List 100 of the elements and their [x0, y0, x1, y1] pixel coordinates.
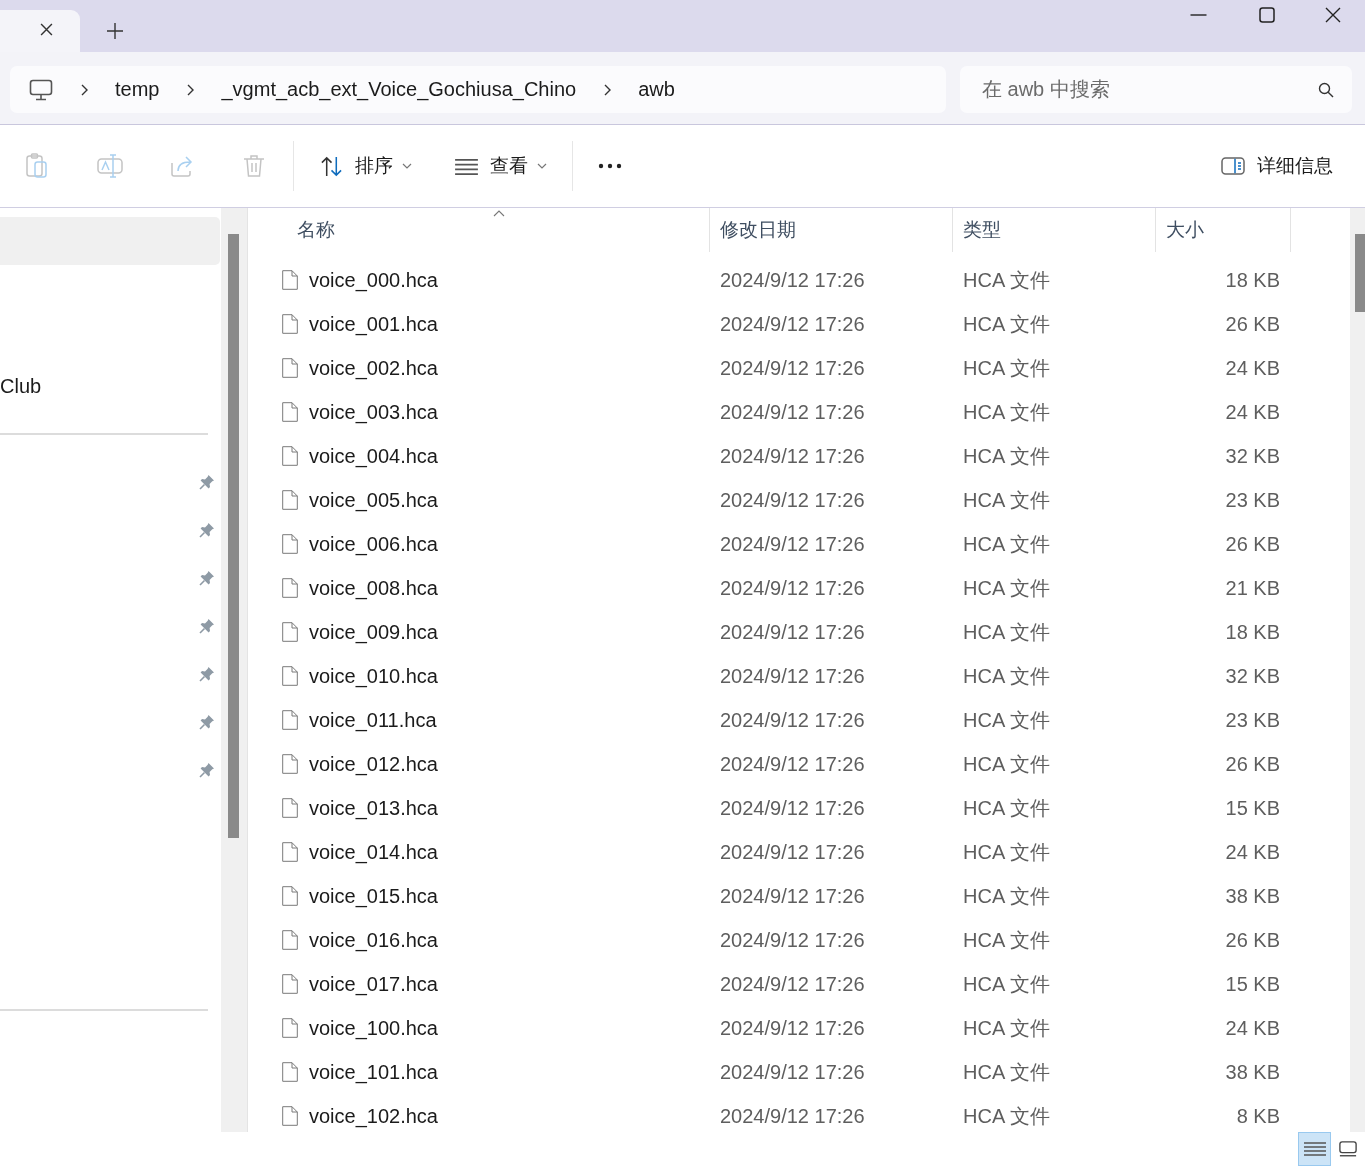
- file-type: HCA 文件: [963, 707, 1050, 733]
- view-toggle-button[interactable]: [1298, 1132, 1331, 1166]
- file-name[interactable]: voice_004.hca: [309, 444, 438, 468]
- modified-date: 2024/9/12 17:26: [720, 444, 865, 468]
- scrollbar-thumb[interactable]: [228, 234, 239, 838]
- file-type: HCA 文件: [963, 1103, 1050, 1129]
- column-header[interactable]: 大小: [1156, 208, 1291, 252]
- modified-date: 2024/9/12 17:26: [720, 972, 865, 996]
- details-view-icon: [1303, 1141, 1326, 1157]
- file-type: HCA 文件: [963, 795, 1050, 821]
- file-icon: [282, 1106, 298, 1126]
- computer-icon[interactable]: [29, 78, 53, 101]
- address-bar[interactable]: temp _vgmt_acb_ext_Voice_Gochiusa_Chino awb: [10, 66, 946, 113]
- file-name[interactable]: voice_012.hca: [309, 752, 438, 776]
- file-name[interactable]: voice_015.hca: [309, 884, 438, 908]
- file-size: 18 KB: [1225, 620, 1280, 644]
- column-header[interactable]: 修改日期: [710, 208, 953, 252]
- close-icon[interactable]: [40, 22, 53, 36]
- breadcrumb[interactable]: temp: [115, 78, 160, 101]
- modified-date: 2024/9/12 17:26: [720, 532, 865, 556]
- file-name[interactable]: voice_013.hca: [309, 796, 438, 820]
- file-name[interactable]: voice_010.hca: [309, 664, 438, 688]
- column-header[interactable]: 类型: [953, 208, 1156, 252]
- tiles-view-icon: [1339, 1140, 1357, 1158]
- file-size: 32 KB: [1225, 664, 1280, 688]
- modified-date: 2024/9/12 17:26: [720, 664, 865, 688]
- file-icon: [282, 666, 298, 686]
- file-size: 15 KB: [1225, 796, 1280, 820]
- file-type: HCA 文件: [963, 839, 1050, 865]
- file-name[interactable]: voice_101.hca: [309, 1060, 438, 1084]
- file-icon: [282, 886, 298, 906]
- file-type: HCA 文件: [963, 575, 1050, 601]
- modified-date: 2024/9/12 17:26: [720, 928, 865, 952]
- sidebar-item[interactable]: Club: [0, 362, 46, 410]
- file-type: HCA 文件: [963, 531, 1050, 557]
- list-view-icon: [454, 156, 479, 176]
- file-icon: [282, 402, 298, 422]
- file-icon: [282, 842, 298, 862]
- file-name[interactable]: voice_102.hca: [309, 1104, 438, 1128]
- file-name[interactable]: voice_009.hca: [309, 620, 438, 644]
- modified-date: 2024/9/12 17:26: [720, 268, 865, 292]
- file-size: 38 KB: [1225, 884, 1280, 908]
- view-button[interactable]: 查看: [442, 144, 559, 188]
- file-size: 21 KB: [1225, 576, 1280, 600]
- modified-date: 2024/9/12 17:26: [720, 1060, 865, 1084]
- file-type: HCA 文件: [963, 883, 1050, 909]
- file-size: 8 KB: [1236, 1104, 1280, 1128]
- modified-date: 2024/9/12 17:26: [720, 1016, 865, 1040]
- file-name[interactable]: voice_006.hca: [309, 532, 438, 556]
- file-name[interactable]: voice_000.hca: [309, 268, 438, 292]
- search-field[interactable]: 在 awb 中搜索: [960, 66, 1352, 113]
- modified-date: 2024/9/12 17:26: [720, 620, 865, 644]
- modified-date: 2024/9/12 17:26: [720, 752, 865, 776]
- file-name[interactable]: voice_002.hca: [309, 356, 438, 380]
- file-icon: [282, 798, 298, 818]
- modified-date: 2024/9/12 17:26: [720, 356, 865, 380]
- file-name[interactable]: voice_017.hca: [309, 972, 438, 996]
- file-name[interactable]: voice_001.hca: [309, 312, 438, 336]
- column-header[interactable]: 名称: [248, 208, 710, 252]
- chevron-right-icon[interactable]: [602, 82, 613, 97]
- sort-icon: [319, 154, 344, 178]
- file-icon: [282, 622, 298, 642]
- scrollbar-thumb[interactable]: [1355, 234, 1365, 312]
- file-size: 26 KB: [1225, 532, 1280, 556]
- plus-icon[interactable]: [107, 23, 123, 39]
- file-icon: [282, 1062, 298, 1082]
- maximize-icon[interactable]: [1259, 7, 1275, 23]
- file-name[interactable]: voice_014.hca: [309, 840, 438, 864]
- minimize-icon[interactable]: [1189, 14, 1207, 16]
- file-name[interactable]: voice_003.hca: [309, 400, 438, 424]
- file-size: 32 KB: [1225, 444, 1280, 468]
- caret-down-icon: [402, 163, 412, 169]
- modified-date: 2024/9/12 17:26: [720, 576, 865, 600]
- file-type: HCA 文件: [963, 1059, 1050, 1085]
- breadcrumb[interactable]: _vgmt_acb_ext_Voice_Gochiusa_Chino: [221, 78, 577, 101]
- scrollbar[interactable]: [1350, 208, 1365, 1132]
- file-type: HCA 文件: [963, 1015, 1050, 1041]
- file-size: 23 KB: [1225, 488, 1280, 512]
- modified-date: 2024/9/12 17:26: [720, 840, 865, 864]
- sort-button[interactable]: 排序: [307, 144, 424, 188]
- file-name[interactable]: voice_005.hca: [309, 488, 438, 512]
- file-icon: [282, 930, 298, 950]
- file-icon: [282, 358, 298, 378]
- breadcrumb[interactable]: awb: [638, 78, 675, 101]
- close-icon[interactable]: [1325, 7, 1341, 23]
- file-size: 26 KB: [1225, 752, 1280, 776]
- chevron-right-icon[interactable]: [185, 82, 196, 97]
- file-name[interactable]: voice_016.hca: [309, 928, 438, 952]
- scrollbar[interactable]: [221, 208, 248, 1132]
- details-button[interactable]: 详细信息: [1209, 144, 1345, 188]
- file-type: HCA 文件: [963, 751, 1050, 777]
- chevron-right-icon[interactable]: [79, 82, 89, 97]
- file-name[interactable]: voice_008.hca: [309, 576, 438, 600]
- file-name[interactable]: voice_100.hca: [309, 1016, 438, 1040]
- file-size: 24 KB: [1225, 400, 1280, 424]
- file-name[interactable]: voice_011.hca: [309, 708, 437, 732]
- search-icon[interactable]: [1318, 82, 1334, 98]
- file-icon: [282, 534, 298, 554]
- modified-date: 2024/9/12 17:26: [720, 488, 865, 512]
- more-icon[interactable]: [598, 163, 622, 169]
